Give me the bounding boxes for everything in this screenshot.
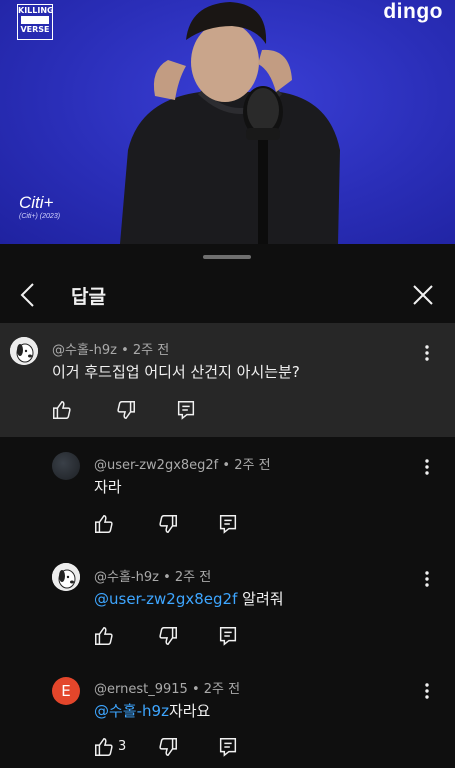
thumbs-up-icon	[53, 401, 71, 419]
meta-separator: •	[163, 570, 171, 585]
cartoon-dog-avatar-icon	[10, 337, 38, 365]
avatar[interactable]: E	[52, 677, 80, 705]
back-button[interactable]	[14, 280, 44, 310]
thumbs-down-icon	[117, 401, 135, 419]
more-vertical-icon	[425, 459, 429, 475]
thumbs-up-icon	[95, 627, 113, 645]
more-vertical-icon	[425, 683, 429, 699]
like-count: 3	[118, 739, 127, 754]
reply-mention[interactable]: @user-zw2gx8eg2f	[94, 590, 237, 608]
comment-time: 2주 전	[132, 343, 170, 358]
dingo-logo: dingo	[383, 0, 443, 23]
avatar-letter: E	[61, 682, 71, 700]
dislike-button[interactable]	[157, 625, 179, 647]
reply-meta: @ernest_9915 • 2주 전	[94, 678, 240, 697]
like-button[interactable]	[93, 625, 115, 647]
drag-handle[interactable]	[203, 255, 251, 259]
avatar[interactable]	[52, 452, 80, 480]
video-frame-singer	[120, 2, 340, 244]
reply-item: E @ernest_9915 • 2주 전 @수홀-h9z자라요 3	[0, 674, 455, 768]
sheet-title: 답글	[71, 286, 106, 308]
comment-author[interactable]: @수홀-h9z	[52, 343, 117, 358]
reply-author[interactable]: @수홀-h9z	[94, 570, 159, 585]
thumbs-down-icon	[159, 515, 177, 533]
reply-time: 2주 전	[174, 570, 212, 585]
more-options-button[interactable]	[417, 455, 437, 479]
reply-comment-icon	[219, 515, 237, 534]
logo-line2: VERSE	[20, 25, 50, 34]
reply-time: 2주 전	[203, 682, 241, 697]
reply-time: 2주 전	[234, 458, 271, 473]
reply-comment-icon	[219, 627, 237, 646]
close-button[interactable]	[409, 281, 437, 309]
more-options-button[interactable]	[417, 341, 437, 365]
reply-body: 자라요	[168, 702, 211, 720]
reply-author[interactable]: @user-zw2gx8eg2f	[94, 458, 218, 473]
replies-sheet: 답글 @수홀-h9z • 2주 전 이거 후드집업 어디서 산건지 아시는분?	[0, 244, 455, 768]
reply-item: @수홀-h9z • 2주 전 @user-zw2gx8eg2f 알려줘	[0, 562, 455, 662]
meta-separator: •	[121, 343, 129, 358]
avatar[interactable]	[52, 563, 80, 591]
parent-comment: @수홀-h9z • 2주 전 이거 후드집업 어디서 산건지 아시는분?	[0, 323, 455, 437]
song-subtitle-overlay: (Citi+) (2023)	[19, 213, 61, 220]
reply-body: 알려줘	[237, 590, 284, 608]
like-button[interactable]	[93, 736, 115, 758]
reply-author[interactable]: @ernest_9915	[94, 682, 188, 697]
reply-button[interactable]	[217, 513, 239, 535]
comment-text: 이거 후드집업 어디서 산건지 아시는분?	[52, 363, 300, 381]
song-title-overlay: Citi+	[19, 193, 54, 212]
comment-meta: @수홀-h9z • 2주 전	[52, 339, 169, 358]
meta-separator: •	[222, 458, 231, 473]
reply-button[interactable]	[217, 625, 239, 647]
reply-meta: @user-zw2gx8eg2f • 2주 전	[94, 454, 271, 473]
video-player[interactable]: KILLING VERSE dingo Citi+ (Citi+) (2023)	[0, 0, 455, 244]
like-button[interactable]	[93, 513, 115, 535]
dislike-button[interactable]	[157, 513, 179, 535]
reply-comment-icon	[219, 738, 237, 757]
more-options-button[interactable]	[417, 679, 437, 703]
more-vertical-icon	[425, 571, 429, 587]
reply-text: @user-zw2gx8eg2f 알려줘	[94, 588, 284, 609]
reply-text: @수홀-h9z자라요	[94, 700, 210, 721]
meta-separator: •	[191, 682, 200, 697]
reply-meta: @수홀-h9z • 2주 전	[94, 566, 211, 585]
sheet-header: 답글	[0, 272, 455, 322]
reply-item: @user-zw2gx8eg2f • 2주 전 자라	[0, 450, 455, 550]
reply-button[interactable]	[217, 736, 239, 758]
thumbs-down-icon	[159, 627, 177, 645]
reply-button[interactable]	[175, 399, 197, 421]
close-icon	[413, 285, 433, 305]
thumbs-up-icon	[95, 515, 113, 533]
logo-line1: KILLING	[18, 6, 54, 15]
reply-comment-icon	[177, 401, 195, 420]
reply-text: 자라	[94, 476, 122, 497]
dislike-button[interactable]	[157, 736, 179, 758]
more-options-button[interactable]	[417, 567, 437, 591]
thumbs-up-icon	[95, 738, 113, 756]
like-button[interactable]	[51, 399, 73, 421]
avatar[interactable]	[10, 337, 38, 365]
chevron-left-icon	[20, 283, 34, 307]
dislike-button[interactable]	[115, 399, 137, 421]
cartoon-dog-avatar-icon	[52, 563, 80, 591]
reply-mention[interactable]: @수홀-h9z	[94, 702, 169, 720]
thumbs-down-icon	[159, 738, 177, 756]
killing-verse-logo: KILLING VERSE	[17, 4, 54, 40]
reply-body: 자라	[94, 478, 122, 496]
more-vertical-icon	[425, 345, 429, 361]
